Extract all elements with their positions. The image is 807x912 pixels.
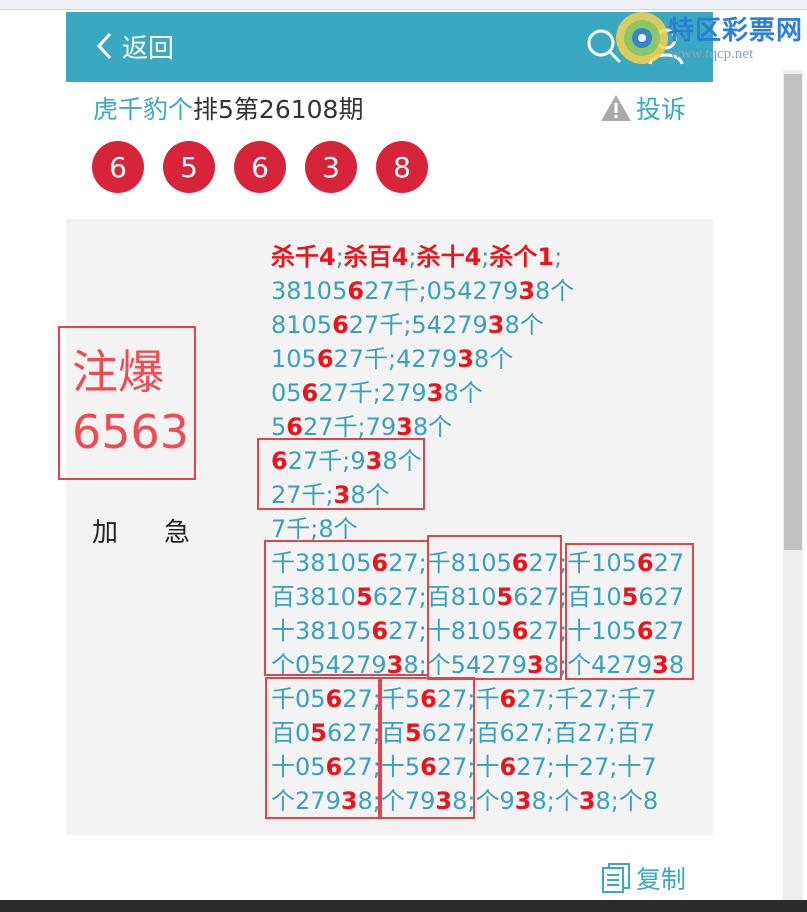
draw-ball: 6: [234, 141, 286, 193]
chevron-left-icon: [96, 32, 112, 60]
post-author[interactable]: 虎千豹个: [93, 95, 193, 124]
highlight-digit: 3: [514, 787, 532, 815]
site-logo: 特区彩票网 www.tqcp.net: [612, 6, 802, 70]
copy-icon: [602, 863, 630, 893]
line-segment: 27千;279: [318, 379, 427, 407]
highlight-digit: 杀十4: [416, 243, 482, 271]
line-segment: 8个: [504, 311, 544, 339]
highlight-box: [427, 535, 562, 680]
highlight-digit: 6: [499, 753, 517, 781]
line-segment: 5: [271, 413, 287, 441]
prediction-line: 05627千;27938个: [271, 376, 684, 410]
line-segment: ;: [408, 243, 417, 271]
line-segment: 27千;54279: [348, 311, 488, 339]
tags: 加急: [92, 512, 236, 549]
highlight-digit: 3: [518, 277, 536, 305]
highlight-digit: 3: [396, 413, 413, 441]
tag: 急: [164, 518, 191, 548]
copy-button[interactable]: 复制: [600, 860, 686, 896]
highlight-digit: 杀千4: [271, 243, 336, 271]
line-segment: 27;千27;千7: [516, 685, 657, 713]
report-label: 投诉: [636, 95, 687, 124]
line-segment: 27;十27;十7: [516, 753, 657, 781]
line-segment: 8个: [473, 345, 514, 373]
line-segment: 27千;054279: [364, 277, 519, 305]
highlight-digit: 3: [457, 345, 474, 373]
highlight-badge: 注爆 6563: [58, 326, 196, 480]
badge-line-1: 注爆: [72, 345, 164, 399]
draw-ball: 8: [376, 141, 428, 193]
line-segment: 8;个8: [595, 787, 659, 815]
highlight-box: [265, 677, 380, 819]
prediction-line: 8105627千;5427938个: [271, 308, 684, 342]
highlight-digit: 6: [347, 277, 365, 305]
taskbar: [0, 900, 807, 912]
prediction-line: 38105627千;05427938个: [271, 274, 684, 308]
line-segment: 105: [271, 345, 317, 373]
line-segment: 27千;79: [302, 413, 397, 441]
warning-icon: [601, 95, 631, 121]
line-segment: 8105: [271, 311, 333, 339]
post-title: 排5第26108期: [193, 95, 364, 124]
draw-ball: 6: [92, 141, 144, 193]
report-button[interactable]: 投诉: [600, 90, 686, 126]
highlight-digit: 6: [499, 685, 517, 713]
draw-ball: 5: [163, 141, 215, 193]
line-segment: 7千;8个: [271, 515, 358, 543]
prediction-line: 105627千;427938个: [271, 342, 684, 376]
copy-label: 复制: [636, 865, 687, 894]
highlight-box: [264, 540, 429, 676]
line-segment: 8个: [443, 379, 483, 407]
highlight-digit: 6: [286, 413, 303, 441]
highlight-digit: 6: [301, 379, 319, 407]
highlight-digit: 杀个1: [489, 243, 555, 271]
highlight-box: [565, 543, 694, 680]
badge-line-2: 6563: [72, 405, 190, 459]
highlight-box: [380, 677, 475, 819]
scrollbar[interactable]: [783, 70, 803, 900]
line-segment: ;: [554, 243, 563, 271]
draw-balls: 6 5 6 3 8: [92, 141, 447, 193]
line-segment: 38105: [271, 277, 348, 305]
prediction-line: 杀千4;杀百4;杀十4;杀个1;: [271, 240, 684, 274]
line-segment: ;: [335, 243, 344, 271]
tag: 加: [92, 518, 119, 548]
highlight-digit: 3: [487, 311, 505, 339]
line-segment: 8个: [412, 413, 453, 441]
back-button[interactable]: 返回: [94, 26, 174, 66]
highlight-digit: 3: [426, 379, 444, 407]
line-segment: 05: [271, 379, 302, 407]
line-segment: 8;个: [531, 787, 579, 815]
logo-url: www.tqcp.net: [670, 46, 754, 62]
highlight-digit: 杀百4: [343, 243, 409, 271]
highlight-box: [257, 438, 425, 510]
logo-swirl-icon: [616, 12, 668, 64]
draw-ball: 3: [305, 141, 357, 193]
logo-name: 特区彩票网: [668, 16, 804, 46]
highlight-digit: 3: [578, 787, 596, 815]
highlight-digit: 6: [332, 311, 349, 339]
highlight-digit: 6: [316, 345, 334, 373]
line-segment: 8个: [535, 277, 575, 305]
back-label: 返回: [122, 33, 175, 64]
line-segment: 27千;4279: [333, 345, 458, 373]
scrollbar-thumb[interactable]: [784, 74, 802, 550]
